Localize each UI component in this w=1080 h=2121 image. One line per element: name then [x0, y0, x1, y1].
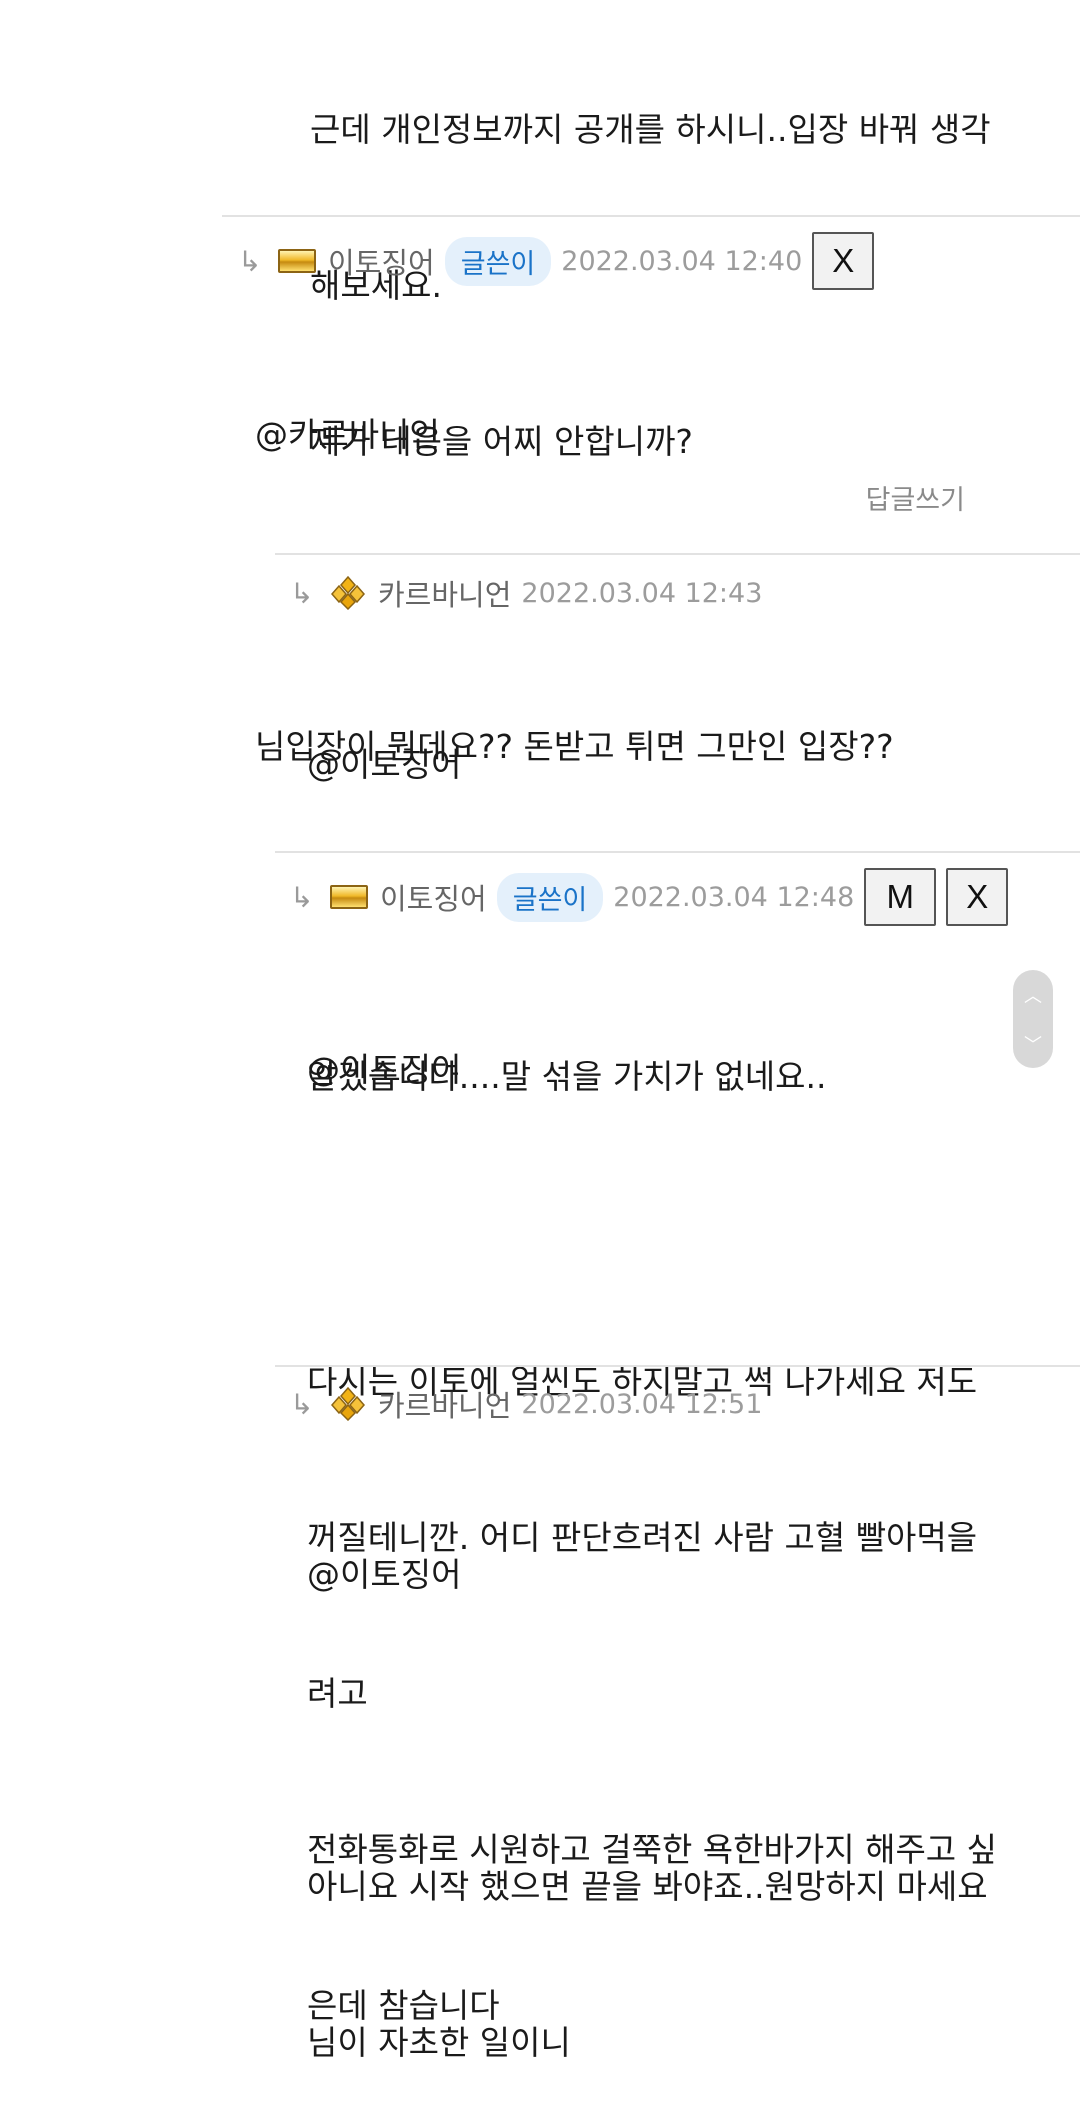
comment-line: @카르바니언	[255, 415, 440, 454]
comment-divider	[275, 1365, 1080, 1367]
reply-arrow-icon: ↳	[238, 244, 262, 278]
comment-header: ↳ 카르바니언 2022.03.04 12:43	[290, 564, 772, 622]
comment-divider	[275, 553, 1080, 555]
comment-header: ↳ 카르바니언 2022.03.04 12:51	[290, 1375, 772, 1433]
comment-header: ↳ 이토징어 글쓴이 2022.03.04 12:48 M X	[290, 868, 1018, 926]
author-name[interactable]: 이토징어	[380, 876, 487, 918]
comment-line: @이토징어	[307, 745, 462, 784]
gold-bar-rank-icon	[278, 249, 316, 273]
author-name[interactable]: 이토징어	[328, 240, 435, 282]
comment-divider	[222, 215, 1080, 217]
comment-header: ↳ 이토징어 글쓴이 2022.03.04 12:40 X	[238, 232, 884, 290]
comment-date: 2022.03.04 12:43	[521, 577, 763, 609]
modify-button[interactable]: M	[864, 868, 937, 926]
reply-arrow-icon: ↳	[290, 880, 314, 914]
comment-line: 근데 개인정보까지 공개를 하시니..입장 바꿔 생각	[310, 110, 991, 149]
chevron-down-icon[interactable]: ﹀	[1024, 1031, 1042, 1057]
gold-gem-rank-icon	[331, 576, 365, 610]
comment-line	[307, 1705, 988, 1757]
comment-date: 2022.03.04 12:40	[561, 245, 803, 277]
comment-line: 님이 자초한 일이니	[307, 2023, 571, 2062]
gold-bar-rank-icon	[330, 885, 368, 909]
delete-button[interactable]: X	[946, 868, 1009, 926]
chevron-up-icon[interactable]: ︿	[1024, 982, 1042, 1008]
scroll-control[interactable]: ︿ ﹀	[1013, 970, 1053, 1068]
comment-line	[307, 1200, 997, 1252]
comment-date: 2022.03.04 12:48	[613, 881, 855, 913]
gold-gem-rank-icon	[331, 1387, 365, 1421]
delete-button[interactable]: X	[812, 232, 875, 290]
reply-arrow-icon: ↳	[290, 1387, 314, 1421]
author-badge: 글쓴이	[496, 872, 604, 922]
comment-divider	[275, 851, 1080, 853]
comment-body: @이토징어 아니요 시작 했으면 끝을 봐야죠..원망하지 마세요 님이 자초한…	[307, 1445, 988, 2121]
reply-arrow-icon: ↳	[290, 576, 314, 610]
author-name[interactable]: 카르바니언	[378, 572, 511, 614]
author-badge: 글쓴이	[444, 236, 552, 286]
reply-button[interactable]: 답글쓰기	[866, 478, 965, 517]
comment-line: 아니요 시작 했으면 끝을 봐야죠..원망하지 마세요	[307, 1867, 988, 1906]
author-name[interactable]: 카르바니언	[378, 1383, 511, 1425]
comment-line: @이토징어	[307, 1050, 462, 1089]
comment-date: 2022.03.04 12:51	[521, 1388, 763, 1420]
comment-line: @이토징어	[307, 1555, 462, 1594]
